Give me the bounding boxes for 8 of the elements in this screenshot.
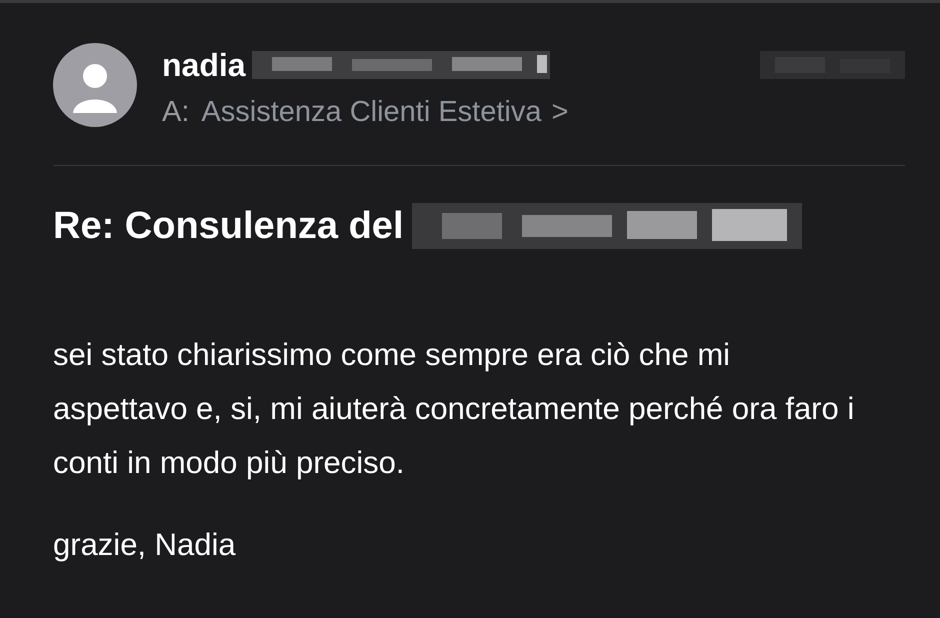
subject-title: Re: Consulenza del	[53, 204, 404, 248]
recipient-name[interactable]: Assistenza Clienti Estetiva	[201, 91, 542, 134]
avatar-icon	[53, 43, 137, 127]
message-paragraph: grazie, Nadia	[53, 526, 237, 564]
recipient-prefix: A:	[162, 95, 190, 130]
message-paragraph: sei stato chiarissimo come sempre era ciò che mi aspettavo e, si, mi aiuterà concretamente perché ora faro i conti in modo più preciso.	[53, 336, 856, 482]
chevron-icon[interactable]: >	[552, 91, 568, 134]
sender-name: nadia	[162, 46, 246, 85]
